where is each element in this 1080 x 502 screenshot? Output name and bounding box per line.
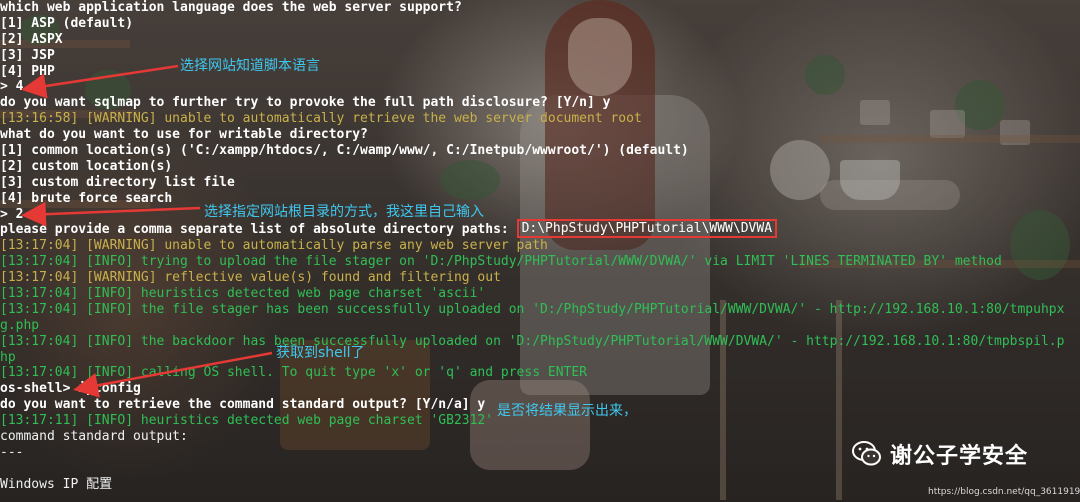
watermark-name: 谢公子学安全 (890, 444, 1029, 469)
annotation-show-result: 是否将结果显示出来， (497, 403, 637, 419)
annotation-arrows (21, 64, 273, 398)
annotation-got-shell: 获取到shell了 (276, 345, 365, 361)
arrow-language (21, 64, 179, 99)
arrow-root (21, 201, 201, 227)
watermark-url: https://blog.csdn.net/qq_36119192 (928, 487, 1080, 497)
wechat-icon (852, 441, 881, 466)
annotation-select-language: 选择网站知道脚本语言 (180, 58, 320, 74)
arrow-shell (73, 351, 273, 398)
watermark: 谢公子学安全 (852, 438, 1028, 470)
annotation-select-root: 选择指定网站根目录的方式，我这里自己输入 (204, 204, 484, 220)
